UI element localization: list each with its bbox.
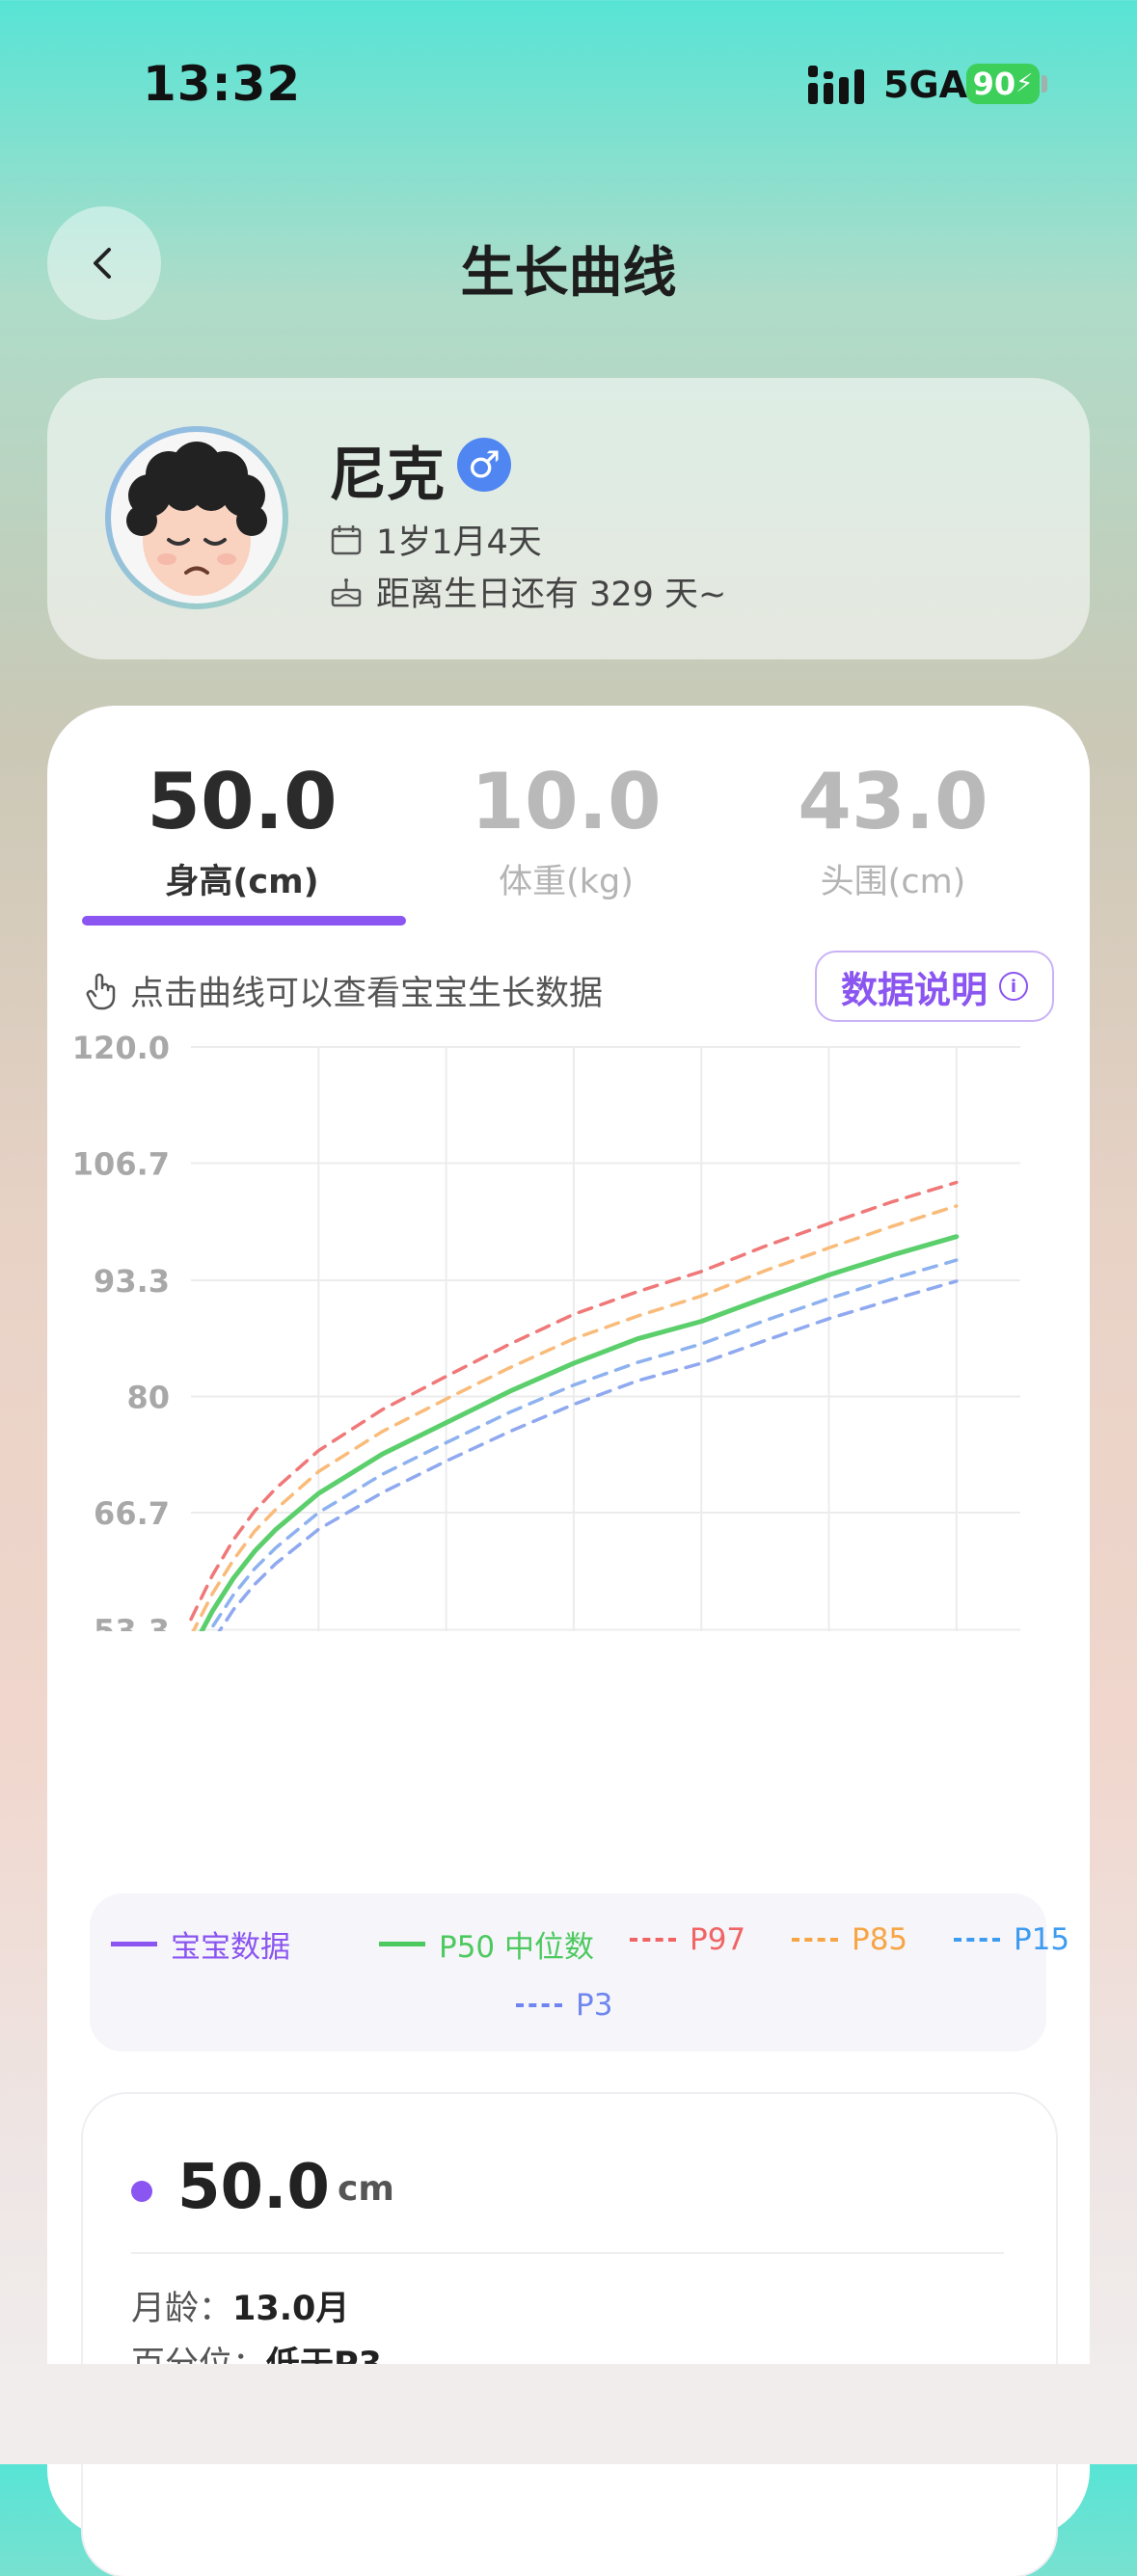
legend-label: P85	[852, 1922, 908, 1957]
cartoon-boy-icon	[126, 442, 267, 596]
status-bar: 13:32 5GA 90 ⚡	[0, 0, 1137, 164]
y-tick-label: 53.3	[94, 1612, 170, 1631]
page-title: 生长曲线	[460, 242, 677, 305]
legend-swatch	[954, 1938, 1000, 1942]
legend-label: P15	[1014, 1922, 1070, 1957]
calendar-icon	[331, 524, 362, 554]
chart-hint-text: 点击曲线可以查看宝宝生长数据	[130, 975, 604, 1013]
avatar[interactable]	[105, 426, 288, 609]
data-point-detail: 50.0 cm 月龄：13.0月 百分位：低于P3	[83, 2094, 1056, 2576]
detail-age-row: 月龄：13.0月	[131, 2281, 349, 2330]
growth-card: 50.0 身高(cm) 10.0 体重(kg) 43.0 头围(cm) 点击曲线…	[47, 706, 1090, 2576]
tab-height[interactable]: 50.0 身高(cm)	[83, 764, 401, 903]
legend-swatch	[630, 1938, 676, 1942]
battery-cap	[1042, 75, 1047, 93]
birthday-row: 距离生日还有 329 天~	[330, 567, 726, 616]
series-dot	[131, 2181, 152, 2202]
detail-value: 50.0	[177, 2152, 330, 2223]
legend-label: P3	[576, 1988, 613, 2023]
bottom-safe-area	[0, 2364, 1137, 2464]
y-tick-label: 106.7	[72, 1146, 170, 1183]
head-label: 头围(cm)	[820, 863, 966, 901]
legend-item-p3[interactable]: P3	[516, 1988, 612, 2023]
status-time: 13:32	[143, 56, 302, 112]
data-explanation-button[interactable]: 数据说明 i	[815, 951, 1054, 1022]
weight-label: 体重(kg)	[499, 863, 634, 901]
chart-hint: 点击曲线可以查看宝宝生长数据	[84, 966, 603, 1015]
legend-swatch	[379, 1942, 425, 1946]
tab-head-circumference[interactable]: 43.0 头围(cm)	[734, 764, 1052, 903]
signal-icon	[808, 66, 864, 104]
data-explanation-label: 数据说明	[840, 968, 988, 1011]
height-label: 身高(cm)	[165, 863, 319, 901]
info-icon: i	[999, 972, 1028, 1001]
legend-item-p50[interactable]: P50 中位数	[379, 1922, 594, 1966]
legend-item-p97[interactable]: P97	[630, 1922, 745, 1957]
detail-unit: cm	[338, 2169, 394, 2209]
tab-indicator	[82, 916, 406, 926]
legend-swatch	[516, 2003, 562, 2007]
battery-icon: 90 ⚡	[966, 64, 1040, 104]
legend-label: P97	[690, 1922, 746, 1957]
detail-age-label: 月龄：	[131, 2290, 233, 2328]
divider	[131, 2252, 1004, 2254]
tap-hand-icon	[86, 973, 116, 1009]
legend-item-p85[interactable]: P85	[792, 1922, 907, 1957]
legend-label: P50 中位数	[439, 1930, 594, 1965]
profile-name: 尼克	[329, 442, 445, 509]
birthday-countdown: 距离生日还有 329 天~	[376, 576, 727, 614]
legend-item-baby[interactable]: 宝宝数据	[111, 1922, 290, 1966]
legend-swatch	[111, 1942, 157, 1946]
y-tick-label: 93.3	[94, 1263, 170, 1300]
y-tick-label: 66.7	[94, 1495, 170, 1532]
legend-swatch	[792, 1938, 838, 1942]
weight-value: 10.0	[471, 757, 662, 846]
battery-level: 90	[972, 66, 1016, 102]
chart-legend: 宝宝数据 P50 中位数 P97 P85 P15 P3	[90, 1893, 1069, 2052]
cake-icon	[331, 577, 362, 606]
age-text: 1岁1月4天	[376, 523, 542, 562]
growth-chart[interactable]: 120.0106.793.38066.753.34006121824303639…	[47, 1024, 1090, 1631]
y-tick-label: 120.0	[72, 1030, 170, 1066]
profile-card[interactable]: 尼克 ♂ 1岁1月4天 距离生日还有 329 天~	[47, 378, 1090, 659]
legend-item-p15[interactable]: P15	[954, 1922, 1069, 1957]
detail-age-value: 13.0月	[232, 2290, 350, 2328]
y-tick-label: 80	[126, 1380, 170, 1416]
head-value: 43.0	[798, 757, 988, 846]
male-icon: ♂	[457, 438, 511, 492]
tab-weight[interactable]: 10.0 体重(kg)	[407, 764, 725, 903]
avatar-image	[111, 432, 283, 604]
age-row: 1岁1月4天	[330, 515, 542, 564]
legend-label: 宝宝数据	[171, 1930, 290, 1965]
network-label: 5GA	[883, 64, 968, 106]
height-value: 50.0	[147, 757, 338, 846]
